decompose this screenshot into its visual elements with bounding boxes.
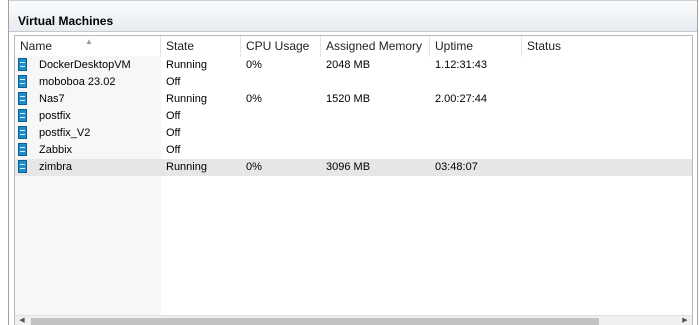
column-header-cpu-usage[interactable]: CPU Usage (241, 36, 321, 57)
virtual-machine-icon (18, 58, 27, 71)
horizontal-scrollbar[interactable]: ◀ ▶ (15, 315, 692, 325)
vm-name: Nas7 (39, 93, 65, 105)
vm-rows: DockerDesktopVM Running 0% 2048 MB 1.12:31:4… (15, 57, 692, 176)
scrollbar-thumb[interactable] (31, 318, 599, 325)
virtual-machine-icon (18, 126, 27, 139)
vm-state: Running (166, 59, 207, 71)
sort-ascending-icon: ▲ (85, 37, 93, 46)
vm-uptime: 03:48:07 (435, 161, 478, 173)
vm-cpu-usage: 0% (246, 93, 262, 105)
column-header-assigned-memory[interactable]: Assigned Memory (321, 36, 430, 57)
vm-cpu-usage: 0% (246, 59, 262, 71)
scroll-right-icon[interactable]: ▶ (680, 316, 690, 325)
column-header-name[interactable]: Name ▲ (15, 36, 161, 57)
panel-header: Virtual Machines (9, 0, 697, 32)
vm-row[interactable]: postfix_V2 Off (15, 125, 692, 142)
vm-row[interactable]: postfix Off (15, 108, 692, 125)
vm-state: Off (166, 76, 181, 88)
scroll-left-icon[interactable]: ◀ (17, 316, 27, 325)
virtual-machine-icon (18, 143, 27, 156)
panel-title: Virtual Machines (18, 14, 114, 28)
vm-state: Off (166, 127, 181, 139)
virtual-machines-panel: Virtual Machines Name ▲ State CPU Usage … (8, 0, 698, 325)
vm-row[interactable]: DockerDesktopVM Running 0% 2048 MB 1.12:31:4… (15, 57, 692, 74)
virtual-machine-icon (18, 109, 27, 122)
vm-name: postfix_V2 (39, 127, 91, 139)
vm-name: moboboa 23.02 (39, 76, 116, 88)
vm-row[interactable]: moboboa 23.02 Off (15, 74, 692, 91)
vm-name: DockerDesktopVM (39, 59, 131, 71)
vm-row[interactable]: zimbra Running 0% 3096 MB 03:48:07 (15, 159, 692, 176)
vm-state: Off (166, 110, 181, 122)
virtual-machine-icon (18, 92, 27, 105)
vm-assigned-memory: 3096 MB (326, 161, 371, 173)
vm-state: Off (166, 144, 181, 156)
column-header-state[interactable]: State (161, 36, 241, 57)
vm-list[interactable]: Name ▲ State CPU Usage Assigned Memory U… (14, 35, 693, 325)
column-header-status[interactable]: Status (522, 36, 692, 57)
vm-name: Zabbix (39, 144, 73, 156)
vm-state: Running (166, 161, 207, 173)
vm-cpu-usage: 0% (246, 161, 262, 173)
column-header-uptime[interactable]: Uptime (430, 36, 522, 57)
vm-name: postfix (39, 110, 71, 122)
vm-uptime: 2.00:27:44 (435, 93, 487, 105)
vm-name: zimbra (39, 161, 73, 173)
vm-row[interactable]: Nas7 Running 0% 1520 MB 2.00:27:44 (15, 91, 692, 108)
vm-state: Running (166, 93, 207, 105)
vm-assigned-memory: 2048 MB (326, 59, 371, 71)
virtual-machine-icon (18, 160, 27, 173)
vm-assigned-memory: 1520 MB (326, 93, 371, 105)
vm-uptime: 1.12:31:43 (435, 59, 487, 71)
vm-row[interactable]: Zabbix Off (15, 142, 692, 159)
virtual-machine-icon (18, 75, 27, 88)
